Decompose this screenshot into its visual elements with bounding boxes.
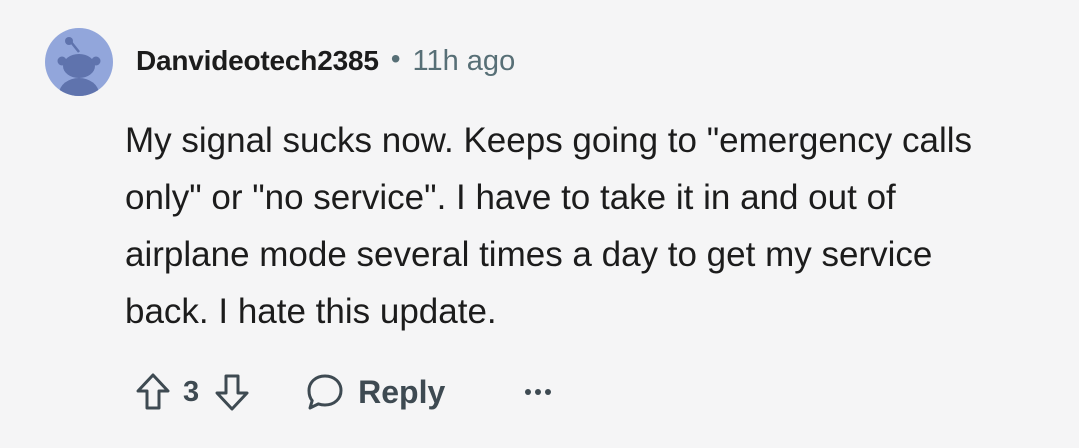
meta-separator: • [390, 43, 401, 74]
more-options-button[interactable] [523, 386, 553, 398]
upvote-arrow-icon [136, 373, 170, 410]
downvote-arrow-icon [215, 374, 249, 411]
author-username[interactable]: Danvideotech2385 [136, 45, 379, 77]
reply-label: Reply [358, 373, 446, 410]
downvote-button[interactable] [212, 368, 252, 416]
speech-bubble-icon [307, 374, 343, 410]
comment-timestamp[interactable]: 11h ago [413, 45, 516, 78]
upvote-button[interactable] [133, 368, 173, 416]
reply-button[interactable]: Reply [304, 371, 445, 413]
snoo-avatar-icon [57, 37, 101, 96]
comment: Danvideotech2385 • 11h ago My signal suc… [0, 0, 1079, 448]
more-dots-icon [525, 389, 552, 395]
user-avatar[interactable] [45, 28, 113, 96]
vote-score: 3 [183, 375, 200, 408]
comment-actions: 3 Reply [133, 362, 553, 422]
comment-header: Danvideotech2385 • 11h ago [136, 40, 515, 82]
comment-body: My signal sucks now. Keeps going to "eme… [125, 121, 973, 331]
